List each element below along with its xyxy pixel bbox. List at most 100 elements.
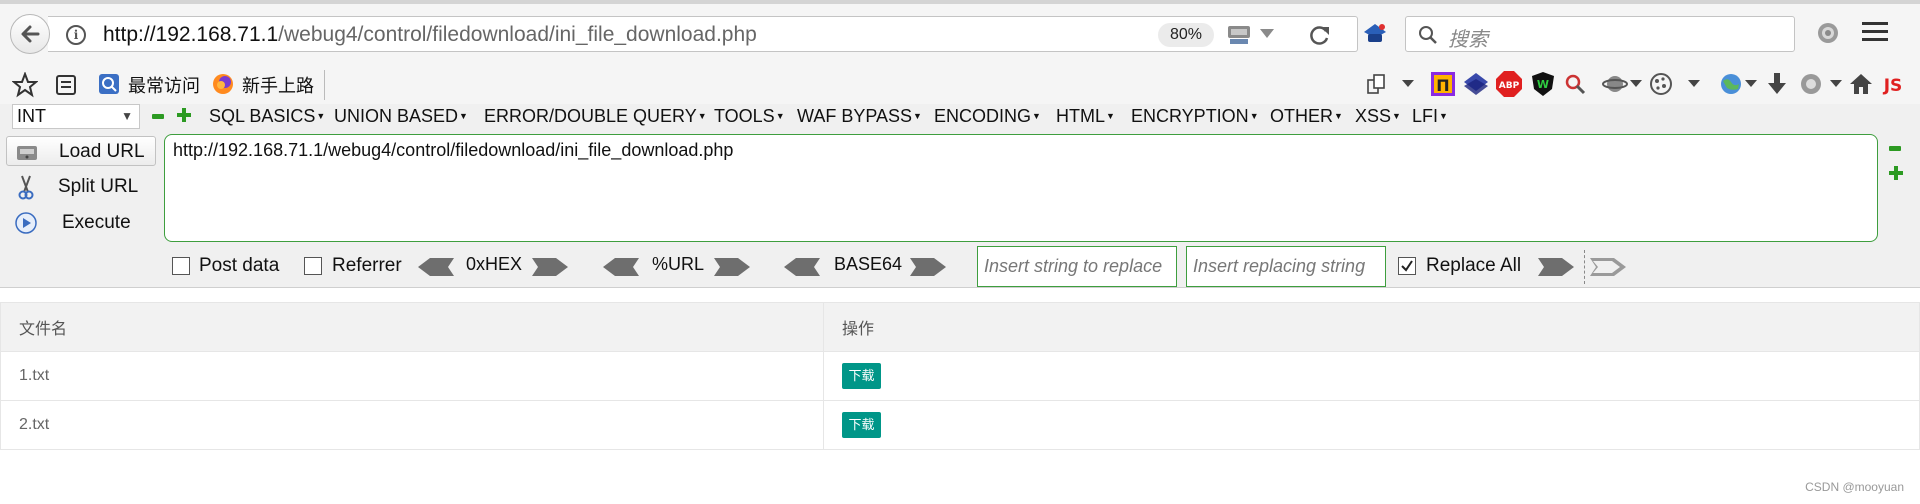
post-data-checkbox[interactable] <box>172 257 190 275</box>
toolbar-divider <box>324 70 325 100</box>
search-icon <box>1419 26 1437 44</box>
table-row: 2.txt 下载 <box>0 400 1920 450</box>
menu-lfi[interactable]: LFI▼ <box>1412 104 1448 128</box>
file-table: 文件名 操作 1.txt 下载 2.txt 下载 <box>0 302 1920 450</box>
menu-other[interactable]: OTHER▼ <box>1270 104 1343 128</box>
url-textarea-value: http://192.168.71.1/webug4/control/filed… <box>173 140 734 160</box>
download-icon[interactable] <box>1765 71 1789 97</box>
magnifier-extension-icon[interactable] <box>1563 72 1587 96</box>
minus-icon[interactable] <box>152 110 164 122</box>
load-url-label: Load URL <box>59 141 145 162</box>
site-info-icon[interactable]: i <box>66 25 86 45</box>
table-header-row: 文件名 操作 <box>0 302 1920 352</box>
home-icon[interactable] <box>1848 71 1874 97</box>
download-button[interactable]: 下载 <box>842 412 881 438</box>
execute-label: Execute <box>62 212 131 233</box>
menu-label: WAF BYPASS <box>797 106 913 126</box>
url-textarea[interactable]: http://192.168.71.1/webug4/control/filed… <box>164 134 1878 242</box>
menu-label: ENCODING <box>934 106 1032 126</box>
type-select[interactable]: INT ▼ <box>12 104 140 129</box>
hex-encode-arrow-icon[interactable] <box>532 256 568 278</box>
cookie-icon[interactable] <box>1648 71 1674 97</box>
plus-icon[interactable] <box>1889 166 1903 180</box>
chevron-down-icon: ▼ <box>121 109 133 123</box>
replace-all-checkbox[interactable] <box>1398 257 1416 275</box>
javascript-toggle-icon[interactable]: JS <box>1878 72 1908 96</box>
base64-decode-arrow-icon[interactable] <box>784 256 820 278</box>
url-bar[interactable]: i http://192.168.71.1/webug4/control/fil… <box>48 16 1358 52</box>
dropdown-arrow-icon[interactable] <box>1630 80 1642 88</box>
menu-sql-basics[interactable]: SQL BASICS▼ <box>209 104 325 128</box>
dropdown-arrow-icon[interactable] <box>1260 29 1274 39</box>
menu-label: ENCRYPTION <box>1131 106 1249 126</box>
network-status-icon[interactable] <box>1226 23 1252 47</box>
file-name-cell: 1.txt <box>0 351 824 401</box>
shield-extension-icon[interactable]: W <box>1530 71 1556 97</box>
library-icon[interactable] <box>54 73 78 97</box>
action-cell: 下载 <box>823 351 1920 401</box>
copy-icon[interactable] <box>1365 72 1389 96</box>
split-url-button[interactable]: Split URL <box>6 172 156 202</box>
menu-label: OTHER <box>1270 106 1333 126</box>
column-header-action: 操作 <box>823 302 1920 352</box>
load-url-button[interactable]: Load URL <box>6 136 156 166</box>
globe-extension-icon[interactable] <box>1718 71 1744 97</box>
file-name-cell: 2.txt <box>0 400 824 450</box>
action-cell: 下载 <box>823 400 1920 450</box>
replace-forward-arrow-icon[interactable] <box>1590 256 1626 278</box>
bookmarks-toolbar: 最常访问 新手上路 П ABP W JS <box>0 66 1920 104</box>
reload-icon[interactable] <box>1308 23 1332 47</box>
menu-label: SQL BASICS <box>209 106 316 126</box>
url-text[interactable]: http://192.168.71.1/webug4/control/filed… <box>103 23 757 47</box>
dropdown-arrow-icon[interactable] <box>1830 80 1842 88</box>
download-button[interactable]: 下载 <box>842 363 881 389</box>
zoom-indicator[interactable]: 80% <box>1158 23 1214 47</box>
hackbar-panel: INT ▼ SQL BASICS▼ UNION BASED▼ ERROR/DOU… <box>0 104 1920 288</box>
adblock-icon[interactable]: ABP <box>1495 70 1523 98</box>
menu-union-based[interactable]: UNION BASED▼ <box>334 104 468 128</box>
gear-icon[interactable] <box>1815 20 1841 46</box>
url-host: http://192.168.71.1 <box>103 23 279 46</box>
hackbar-extension-icon[interactable]: П <box>1430 71 1456 97</box>
bookmark-most-visited[interactable]: 最常访问 <box>128 72 200 98</box>
referrer-checkbox[interactable] <box>304 257 322 275</box>
search-box[interactable]: 搜索 <box>1405 16 1795 52</box>
execute-button[interactable]: Execute <box>6 208 156 238</box>
menu-waf-bypass[interactable]: WAF BYPASS▼ <box>797 104 922 128</box>
plus-icon[interactable] <box>177 108 191 122</box>
url-encode-label: %URL <box>652 254 705 274</box>
url-decode-arrow-icon[interactable] <box>603 256 639 278</box>
play-icon <box>15 212 37 234</box>
menu-html[interactable]: HTML▼ <box>1056 104 1115 128</box>
layers-extension-icon[interactable] <box>1463 71 1489 97</box>
menu-label: HTML <box>1056 106 1105 126</box>
menu-icon[interactable] <box>1862 22 1888 44</box>
saturn-extension-icon[interactable] <box>1602 71 1628 97</box>
minus-icon[interactable] <box>1889 142 1901 154</box>
post-data-label: Post data <box>199 255 280 276</box>
hex-decode-arrow-icon[interactable] <box>418 256 454 278</box>
tab-strip-edge <box>0 0 1920 4</box>
replacing-string-input[interactable]: Insert replacing string <box>1186 246 1386 287</box>
back-button[interactable] <box>10 14 50 54</box>
hex-label: 0xHEX <box>466 254 523 274</box>
menu-xss[interactable]: XSS▼ <box>1355 104 1401 128</box>
menu-encoding[interactable]: ENCODING▼ <box>934 104 1041 128</box>
dropdown-arrow-icon[interactable] <box>1745 80 1757 88</box>
options-divider <box>1584 250 1585 284</box>
replace-arrow-icon[interactable] <box>1538 256 1574 278</box>
bookmark-getting-started[interactable]: 新手上路 <box>242 72 314 98</box>
star-icon[interactable] <box>12 72 38 98</box>
menu-tools[interactable]: TOOLS▼ <box>714 104 785 128</box>
scissors-icon <box>18 175 34 200</box>
user-extension-icon[interactable] <box>1798 71 1824 97</box>
dropdown-arrow-icon[interactable] <box>1688 80 1700 88</box>
extension-hat-icon[interactable] <box>1360 20 1390 48</box>
menu-error-double-query[interactable]: ERROR/DOUBLE QUERY▼ <box>484 104 707 128</box>
dropdown-arrow-icon[interactable] <box>1402 80 1414 88</box>
url-encode-arrow-icon[interactable] <box>714 256 750 278</box>
svg-text:W: W <box>1537 78 1549 91</box>
base64-encode-arrow-icon[interactable] <box>910 256 946 278</box>
menu-encryption[interactable]: ENCRYPTION▼ <box>1131 104 1259 128</box>
insert-string-input[interactable]: Insert string to replace <box>977 246 1177 287</box>
